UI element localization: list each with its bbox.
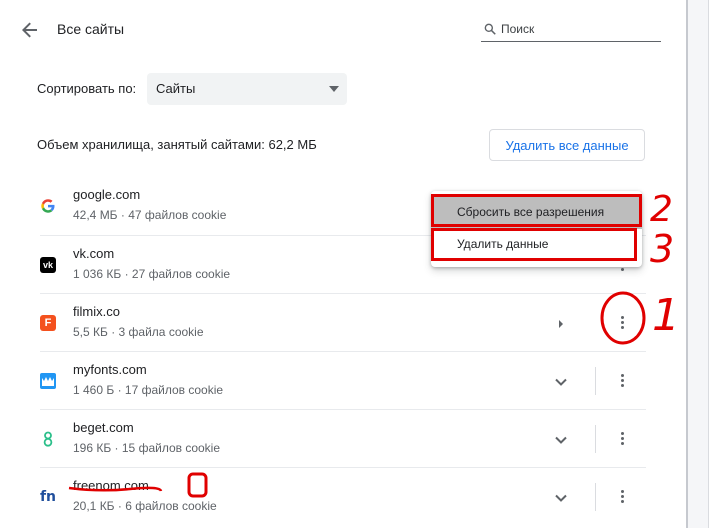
site-name: beget.com [73,420,134,435]
site-storage-info: 20,1 КБ · 6 файлов cookie [73,499,217,513]
list-item[interactable]: beget.com 196 КБ · 15 файлов cookie [40,409,646,467]
storage-usage-text: Объем хранилища, занятый сайтами: 62,2 М… [37,137,317,152]
site-name: myfonts.com [73,362,147,377]
site-name: vk.com [73,246,115,261]
google-favicon-icon [40,198,56,214]
divider [595,367,596,395]
caret-down-icon [329,86,339,92]
site-storage-info: 5,5 КБ · 3 файла cookie [73,325,204,339]
menu-item-reset-permissions[interactable]: Сбросить все разрешения [431,197,642,229]
page-title: Все сайты [57,21,125,37]
myfonts-favicon-icon [40,373,56,389]
sort-select[interactable]: Сайты [147,73,347,105]
freenom-favicon-icon: fn [39,489,57,505]
site-actions-menu: Сбросить все разрешения Удалить данные [431,191,642,267]
site-name: google.com [73,187,141,202]
search-input[interactable] [501,20,656,38]
menu-item-delete-data[interactable]: Удалить данные [431,229,642,261]
site-storage-info: 1 036 КБ · 27 файлов cookie [73,267,231,281]
chevron-down-icon[interactable] [551,488,571,508]
site-storage-info: 42,4 МБ · 47 файлов cookie [73,208,227,222]
divider [595,425,596,453]
sort-label: Сортировать по: [37,81,137,96]
arrow-left-icon [22,22,37,38]
more-actions-button[interactable] [610,426,634,450]
site-storage-info: 1 460 Б · 17 файлов cookie [73,383,224,397]
back-button[interactable] [18,18,42,42]
more-actions-button[interactable] [610,484,634,508]
divider [595,483,596,511]
site-name: freenom.com [73,478,149,493]
site-storage-info: 196 КБ · 15 файлов cookie [73,441,221,455]
menu-item-label: Сбросить все разрешения [457,205,605,219]
side-panel-background [688,0,709,528]
site-settings-page: Все сайты Сортировать по: Сайты Объем хр… [0,0,686,528]
filmix-favicon-icon: F [40,315,56,331]
delete-all-data-button[interactable]: Удалить все данные [489,129,645,161]
sort-selected-value: Сайты [156,81,196,96]
more-actions-button[interactable] [610,368,634,392]
search-box[interactable] [481,18,661,42]
vk-favicon-icon: vk [40,257,56,273]
chevron-right-icon[interactable] [551,314,571,334]
search-icon [484,23,496,35]
beget-favicon-icon [40,431,56,447]
header: Все сайты [0,0,686,60]
more-actions-button[interactable] [610,310,634,334]
chevron-down-icon[interactable] [551,372,571,392]
list-item[interactable]: F filmix.co 5,5 КБ · 3 файла cookie [40,293,646,351]
list-item[interactable]: fn freenom.com 20,1 КБ · 6 файлов cookie [40,467,646,525]
chevron-down-icon[interactable] [551,430,571,450]
menu-item-label: Удалить данные [457,237,549,251]
list-item[interactable]: myfonts.com 1 460 Б · 17 файлов cookie [40,351,646,409]
site-name: filmix.co [73,304,120,319]
